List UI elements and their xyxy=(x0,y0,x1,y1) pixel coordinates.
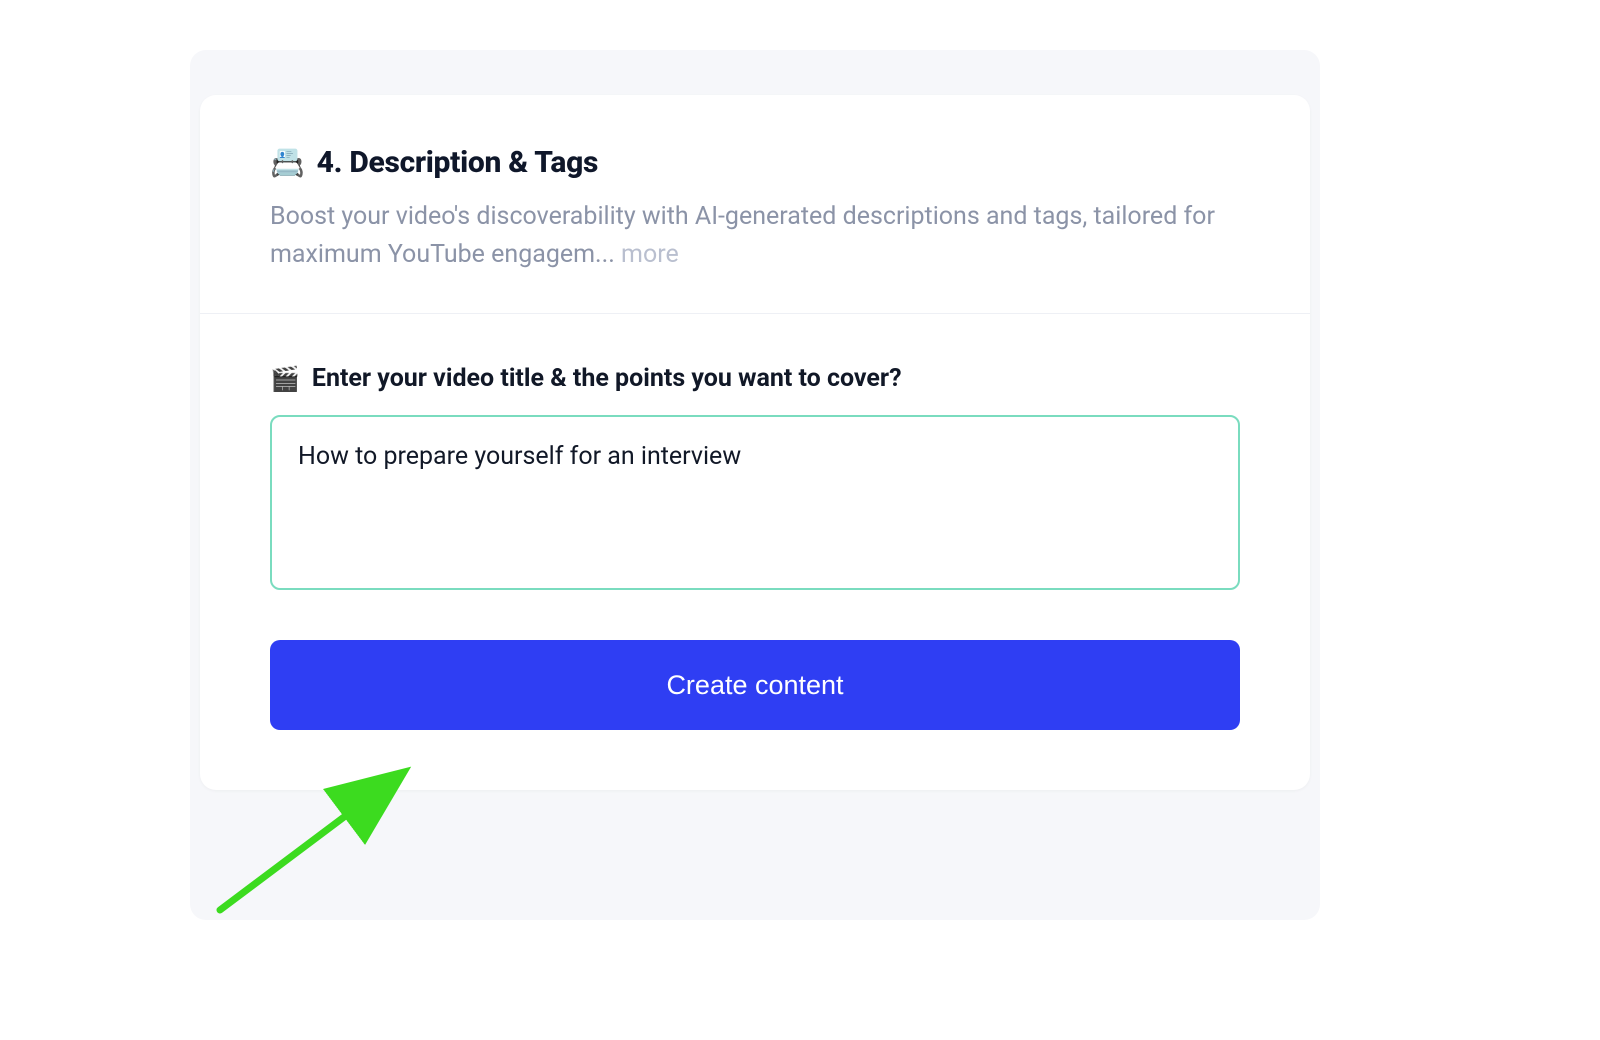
input-label: 🎬 Enter your video title & the points yo… xyxy=(270,364,1240,393)
clapperboard-icon: 🎬 xyxy=(270,365,300,393)
section-description: Boost your video's discoverability with … xyxy=(270,198,1240,273)
section-title: 📇 4. Description & Tags xyxy=(270,145,1240,180)
panel-background: 📇 4. Description & Tags Boost your video… xyxy=(190,50,1320,920)
create-content-button[interactable]: Create content xyxy=(270,640,1240,730)
section-step-icon: 📇 xyxy=(270,149,305,177)
input-label-text: Enter your video title & the points you … xyxy=(312,364,902,393)
section-description-text: Boost your video's discoverability with … xyxy=(270,202,1215,269)
more-link[interactable]: more xyxy=(621,240,679,269)
card-header: 📇 4. Description & Tags Boost your video… xyxy=(200,95,1310,314)
card-body: 🎬 Enter your video title & the points yo… xyxy=(200,314,1310,790)
video-title-input[interactable] xyxy=(270,415,1240,590)
section-title-text: 4. Description & Tags xyxy=(317,145,599,180)
description-tags-card: 📇 4. Description & Tags Boost your video… xyxy=(200,95,1310,790)
